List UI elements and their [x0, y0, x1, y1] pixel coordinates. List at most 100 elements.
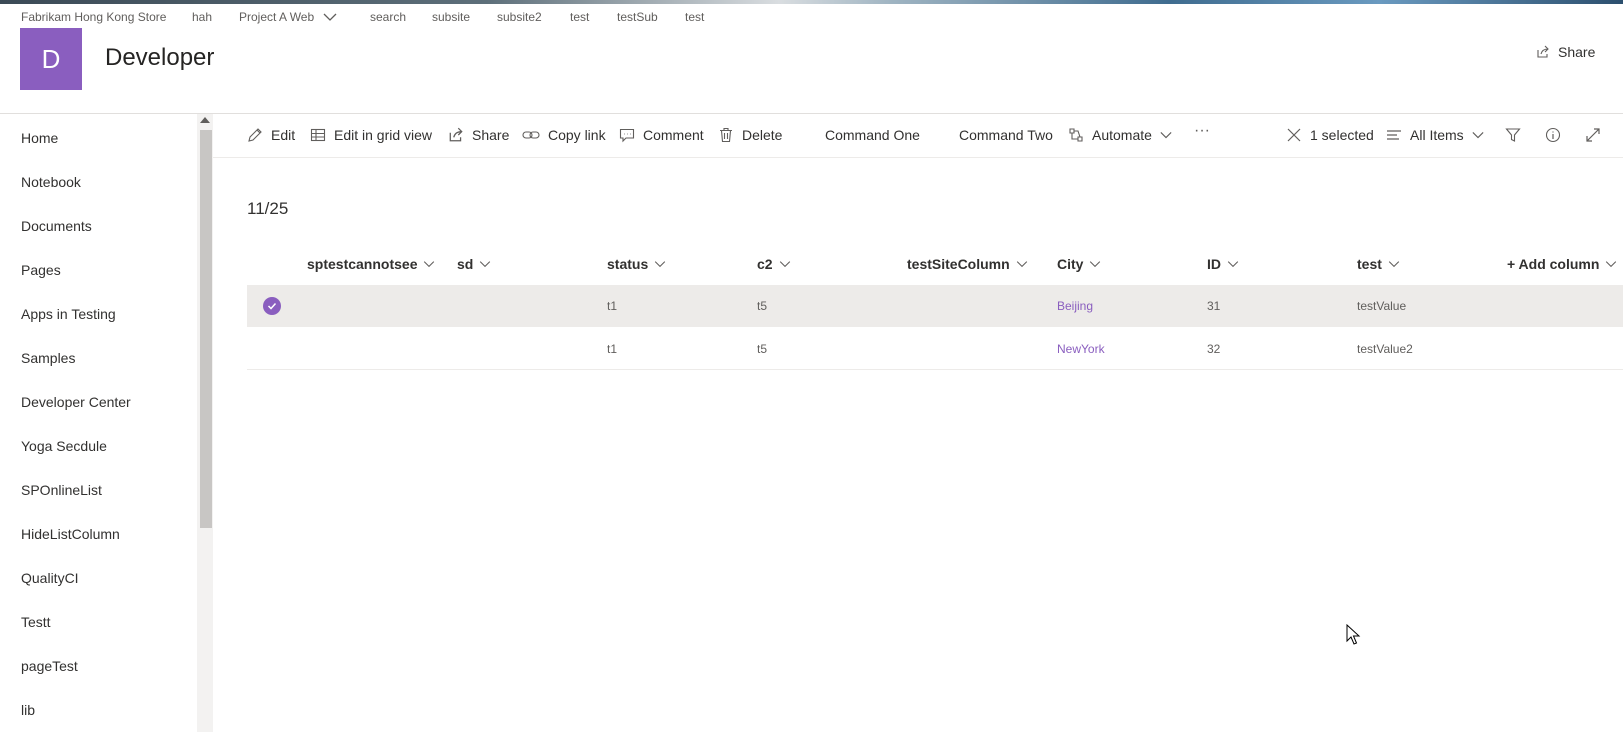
share-icon [449, 127, 463, 142]
cell-status: t1 [607, 342, 618, 356]
add-column-button[interactable]: + Add column [1507, 256, 1617, 272]
column-header-label: c2 [757, 256, 773, 272]
leftnav-item-pagetest[interactable]: pageTest [21, 658, 78, 674]
topnav-item-testsub[interactable]: testSub [617, 10, 658, 24]
selected-count: 1 selected [1310, 127, 1374, 143]
column-header-city[interactable]: City [1057, 256, 1101, 272]
automate-button[interactable]: Automate [1068, 127, 1172, 143]
cell-test: testValue2 [1357, 342, 1413, 356]
delete-label: Delete [742, 127, 783, 143]
cell-city-link[interactable]: Beijing [1057, 299, 1093, 313]
close-icon [1287, 128, 1301, 142]
row-selected-checkmark-icon[interactable] [263, 297, 281, 315]
site-title[interactable]: Developer [105, 44, 214, 72]
topnav-item-subsite[interactable]: subsite [432, 10, 470, 24]
leftnav-item-qualityci[interactable]: QualityCI [21, 570, 79, 586]
leftnav-item-lib[interactable]: lib [21, 702, 35, 718]
share-icon [1537, 45, 1549, 58]
copy-link-button[interactable]: Copy link [522, 127, 606, 143]
share-label: Share [472, 127, 510, 143]
view-switcher[interactable]: All Items [1386, 127, 1484, 143]
column-header-label: status [607, 256, 649, 272]
left-navigation: Home Notebook Documents Pages Apps in Te… [0, 114, 197, 732]
scroll-up-arrow-icon[interactable] [200, 117, 210, 123]
leftnav-item-sponlinelist[interactable]: SPOnlineList [21, 482, 102, 498]
site-logo[interactable]: D [20, 28, 82, 90]
topnav-item-fabrikam[interactable]: Fabrikam Hong Kong Store [21, 10, 166, 24]
share-button[interactable]: Share [448, 127, 509, 143]
automate-label: Automate [1092, 127, 1152, 143]
leftnav-item-documents[interactable]: Documents [21, 218, 92, 234]
link-icon [522, 131, 540, 139]
comment-label: Comment [643, 127, 704, 143]
column-header-label: City [1057, 256, 1084, 272]
chevron-down-icon[interactable] [323, 12, 337, 22]
chevron-down-icon [655, 261, 666, 268]
chevron-down-icon [1606, 261, 1617, 268]
copy-link-label: Copy link [548, 127, 606, 143]
more-options-button[interactable]: ··· [1194, 122, 1210, 140]
column-header-c2[interactable]: c2 [757, 256, 791, 272]
cell-id: 31 [1207, 299, 1221, 313]
topnav-item-subsite2[interactable]: subsite2 [497, 10, 542, 24]
leftnav-item-samples[interactable]: Samples [21, 350, 75, 366]
chevron-down-icon [480, 261, 491, 268]
leftnav-item-apps-in-testing[interactable]: Apps in Testing [21, 306, 116, 322]
table-row[interactable]: t1 t5 NewYork 32 testValue2 [247, 328, 1623, 370]
edit-label: Edit [271, 127, 296, 143]
clear-selection-button[interactable]: 1 selected [1286, 127, 1374, 143]
cell-c2: t5 [757, 342, 768, 356]
delete-button[interactable]: Delete [718, 127, 782, 143]
chevron-down-icon [424, 261, 435, 268]
leftnav-item-home[interactable]: Home [21, 130, 58, 146]
column-header-id[interactable]: ID [1207, 256, 1239, 272]
chevron-down-icon [1090, 261, 1101, 268]
expand-icon [1586, 128, 1600, 142]
cell-city-link[interactable]: NewYork [1057, 342, 1105, 356]
column-header-sptestcannotsee[interactable]: sptestcannotsee [307, 256, 435, 272]
site-share-button[interactable]: Share [1536, 44, 1595, 60]
expand-button[interactable] [1585, 127, 1601, 143]
leftnav-item-notebook[interactable]: Notebook [21, 174, 81, 190]
topnav-item-test-2[interactable]: test [685, 10, 704, 24]
comment-button[interactable]: Comment [619, 127, 704, 143]
edit-button[interactable]: Edit [247, 127, 295, 143]
command-one-label: Command One [825, 127, 920, 143]
topnav-item-search[interactable]: search [370, 10, 406, 24]
chevron-down-icon [779, 261, 790, 268]
command-bar: Edit Edit in grid view Share Copy link C… [213, 114, 1623, 158]
comment-icon [619, 128, 635, 143]
chevron-down-icon [1160, 132, 1172, 139]
leftnav-item-hidelistcolumn[interactable]: HideListColumn [21, 526, 120, 542]
filter-button[interactable] [1505, 127, 1521, 143]
edit-in-grid-view-button[interactable]: Edit in grid view [310, 127, 432, 143]
column-header-test[interactable]: test [1357, 256, 1400, 272]
column-header-sd[interactable]: sd [457, 256, 491, 272]
leftnav-item-developer-center[interactable]: Developer Center [21, 394, 131, 410]
leftnav-item-testt[interactable]: Testt [21, 614, 51, 630]
info-icon [1545, 127, 1561, 143]
info-button[interactable] [1545, 127, 1561, 143]
topnav-item-test[interactable]: test [570, 10, 589, 24]
table-row[interactable]: t1 t5 Beijing 31 testValue [247, 285, 1623, 327]
topnav-item-hah[interactable]: hah [192, 10, 212, 24]
chevron-down-icon [1472, 132, 1484, 139]
command-one-button[interactable]: Command One [825, 127, 920, 143]
view-label: All Items [1410, 127, 1464, 143]
chevron-down-icon [1388, 261, 1400, 268]
topnav-item-project-a-web[interactable]: Project A Web [239, 10, 314, 24]
automate-icon [1069, 128, 1083, 142]
column-header-status[interactable]: status [607, 256, 666, 272]
command-two-button[interactable]: Command Two [959, 127, 1053, 143]
chevron-down-icon [1016, 261, 1027, 268]
leftnav-scrollbar-thumb[interactable] [200, 130, 212, 528]
column-header-testsitecolumn[interactable]: testSiteColumn [907, 256, 1028, 272]
list-view-icon [1387, 130, 1401, 140]
add-column-label: + Add column [1507, 256, 1600, 272]
leftnav-item-pages[interactable]: Pages [21, 262, 61, 278]
cell-id: 32 [1207, 342, 1221, 356]
column-header-label: sd [457, 256, 474, 272]
more-options-icon: ··· [1194, 122, 1210, 139]
leftnav-item-yoga-secdule[interactable]: Yoga Secdule [21, 438, 107, 454]
column-header-label: ID [1207, 256, 1221, 272]
